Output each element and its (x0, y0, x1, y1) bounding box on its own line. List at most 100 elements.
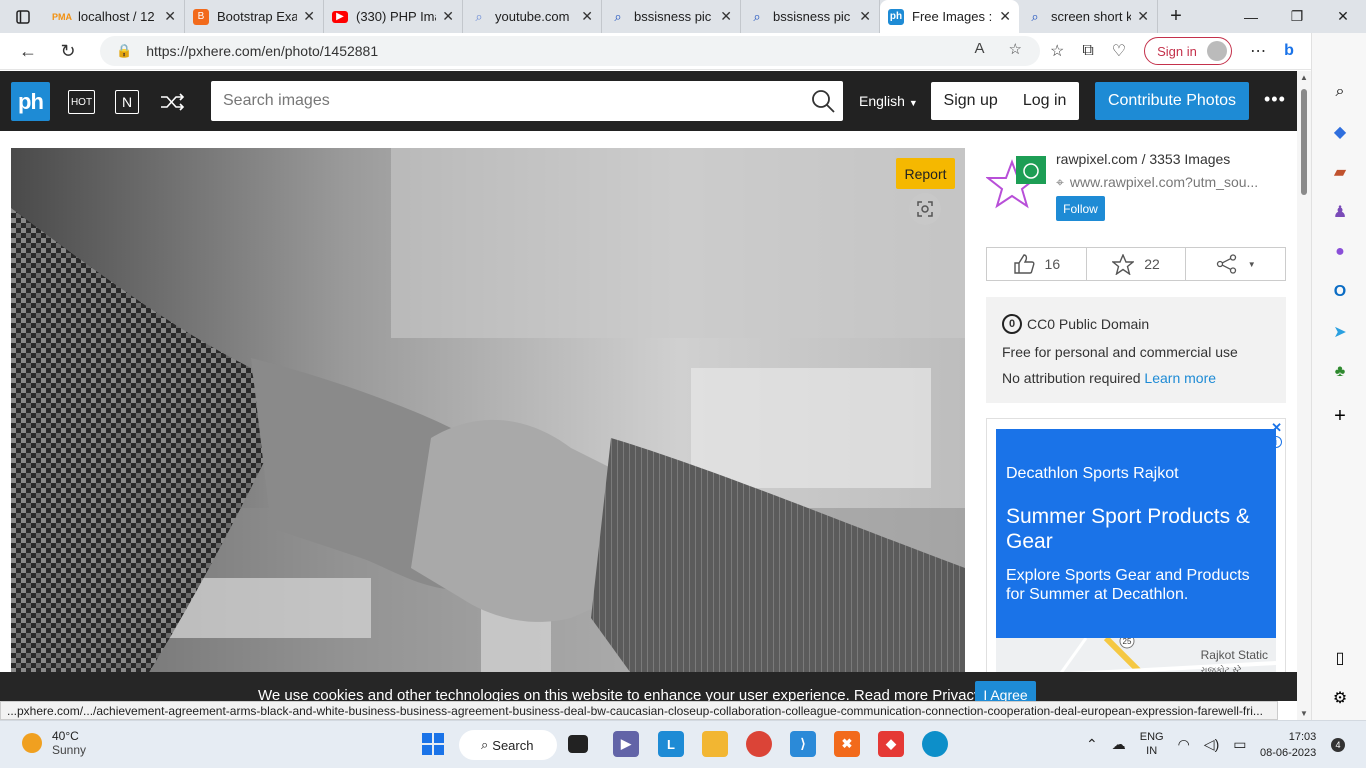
scroll-up-icon[interactable]: ▲ (1300, 73, 1308, 82)
browser-tab[interactable]: B Bootstrap Exa ✕ (185, 0, 324, 33)
close-tab-icon[interactable]: ✕ (442, 8, 454, 25)
share-button[interactable]: ▼ (1186, 248, 1285, 280)
shopping-tag-icon[interactable]: ◆ (1329, 121, 1351, 143)
language-selector[interactable]: English ▼ (859, 93, 918, 109)
tab-actions-button[interactable] (0, 0, 46, 33)
tree-icon[interactable]: ♣ (1329, 361, 1351, 383)
shuffle-icon[interactable] (160, 90, 185, 114)
restore-icon[interactable]: ❐ (1274, 0, 1320, 33)
page-scrollbar[interactable]: ▲ ▼ (1297, 71, 1311, 720)
bing-chat-icon[interactable]: b (1284, 42, 1294, 60)
new-icon[interactable]: N (115, 90, 139, 114)
close-tab-icon[interactable]: ✕ (859, 8, 871, 25)
browser-tab[interactable]: ⌕ bssisness pic ✕ (741, 0, 880, 33)
minimize-icon[interactable]: — (1228, 0, 1274, 33)
tools-icon[interactable]: ▰ (1329, 161, 1351, 183)
author-name[interactable]: rawpixel.com / 3353 Images (1056, 151, 1230, 167)
region-code: IN (1146, 745, 1158, 757)
browser-tab[interactable]: PMA localhost / 12 ✕ (46, 0, 185, 33)
back-icon[interactable]: ← (8, 41, 48, 62)
file-explorer-icon[interactable] (702, 731, 728, 757)
rawpixel-avatar[interactable] (986, 154, 1048, 212)
vscode-icon[interactable]: ⟩ (790, 731, 816, 757)
search-icon: ⌕ (481, 737, 489, 752)
search-icon[interactable] (811, 89, 835, 113)
follow-button[interactable]: Follow (1056, 196, 1105, 221)
pxhere-logo[interactable]: ph (11, 82, 50, 121)
microsoft365-icon[interactable]: ● (1329, 241, 1351, 263)
scroll-down-icon[interactable]: ▼ (1300, 709, 1308, 718)
close-tab-icon[interactable]: ✕ (720, 8, 732, 25)
visual-search-icon[interactable] (909, 193, 941, 225)
more-menu-icon[interactable]: ⋯ (1250, 41, 1266, 61)
thumbs-up-icon (1013, 254, 1035, 274)
license-title-row: 0 CC0 Public Domain (1002, 314, 1270, 334)
cookie-agree-button[interactable]: I Agree (975, 681, 1036, 701)
close-tab-icon[interactable]: ✕ (1137, 8, 1149, 25)
xampp-icon[interactable]: ✖ (834, 731, 860, 757)
send-icon[interactable]: ➤ (1329, 321, 1351, 343)
l-app-icon[interactable]: L (658, 731, 684, 757)
report-button[interactable]: Report (896, 158, 955, 189)
start-icon[interactable] (420, 731, 446, 757)
license-title[interactable]: CC0 Public Domain (1027, 316, 1149, 332)
signup-link[interactable]: Sign up (944, 92, 998, 110)
license-attribution: No attribution required Learn more (1002, 370, 1270, 386)
scrollbar-thumb[interactable] (1301, 89, 1307, 195)
browser-tab[interactable]: ⌕ screen short k ✕ (1019, 0, 1158, 33)
language-indicator[interactable]: ENG IN (1140, 730, 1164, 758)
collections-icon[interactable]: ⧉ (1082, 42, 1093, 60)
favorite-star-icon[interactable]: ☆ (1009, 40, 1022, 58)
address-bar[interactable]: 🔒 https://pxhere.com/en/photo/1452881 A … (100, 36, 1040, 66)
browser-tab[interactable]: ▶ (330) PHP Ima ✕ (324, 0, 463, 33)
add-icon[interactable]: + (1329, 405, 1351, 427)
split-screen-icon[interactable]: ▯ (1329, 647, 1351, 669)
browser-tab[interactable]: ⌕ youtube.com ✕ (463, 0, 602, 33)
volume-icon[interactable]: ◁) (1204, 736, 1219, 753)
chrome-icon[interactable] (746, 731, 772, 757)
battery-icon[interactable]: ▭ (1233, 736, 1246, 753)
ad-card[interactable]: Decathlon Sports Rajkot Summer Sport Pro… (996, 429, 1276, 638)
anydesk-icon[interactable]: ◆ (878, 731, 904, 757)
search-icon[interactable]: ⌕ (1329, 81, 1351, 103)
close-window-icon[interactable]: ✕ (1320, 0, 1366, 33)
favorite-button[interactable]: 22 (1087, 248, 1187, 280)
search-input[interactable] (223, 92, 793, 110)
more-options-icon[interactable]: ••• (1264, 89, 1286, 110)
edge-icon[interactable] (922, 731, 948, 757)
wifi-icon[interactable]: ◠ (1178, 736, 1190, 753)
weather-widget[interactable]: 40°C Sunny (22, 729, 86, 757)
favorites-icon[interactable]: ☆ (1050, 41, 1064, 61)
close-tab-icon[interactable]: ✕ (999, 8, 1011, 25)
like-button[interactable]: 16 (987, 248, 1087, 280)
task-view-icon[interactable] (568, 735, 588, 753)
advertisement[interactable]: ✕ i Decathlon Sports Rajkot Summer Sport… (986, 418, 1286, 701)
hot-icon[interactable]: HOT (68, 90, 95, 114)
new-tab-button[interactable]: + (1158, 5, 1194, 28)
clock[interactable]: 17:03 08-06-2023 (1260, 729, 1316, 761)
taskbar-search[interactable]: ⌕ Search (459, 730, 557, 760)
notification-badge[interactable]: 4 (1331, 738, 1345, 752)
teams-icon[interactable]: ▶ (613, 731, 639, 757)
main-photo[interactable] (11, 148, 965, 701)
chevron-up-icon[interactable]: ⌃ (1086, 736, 1098, 753)
close-tab-icon[interactable]: ✕ (303, 8, 315, 25)
learn-more-link[interactable]: Learn more (1144, 370, 1216, 386)
browser-tab-active[interactable]: ph Free Images : ✕ (880, 0, 1019, 33)
author-website[interactable]: ⌖ www.rawpixel.com?utm_sou... (1056, 174, 1266, 191)
extensions-icon[interactable]: ♡ (1112, 41, 1126, 61)
browser-tab[interactable]: ⌕ bssisness pic ✕ (602, 0, 741, 33)
outlook-icon[interactable]: O (1329, 281, 1351, 303)
close-tab-icon[interactable]: ✕ (164, 8, 176, 25)
windows-taskbar: 40°C Sunny ⌕ Search ▶ L ⟩ ✖ ◆ ⌃ ☁ ENG IN ◠… (0, 720, 1366, 768)
read-aloud-icon[interactable]: A (975, 40, 985, 58)
contribute-photos-button[interactable]: Contribute Photos (1095, 82, 1249, 120)
close-tab-icon[interactable]: ✕ (581, 8, 593, 25)
handshake-photo-image (11, 148, 965, 701)
signin-button[interactable]: Sign in (1144, 37, 1233, 65)
refresh-icon[interactable]: ↻ (48, 41, 88, 62)
login-link[interactable]: Log in (1023, 92, 1067, 110)
games-icon[interactable]: ♟ (1329, 201, 1351, 223)
settings-icon[interactable]: ⚙ (1329, 687, 1351, 709)
onedrive-icon[interactable]: ☁ (1112, 736, 1126, 753)
